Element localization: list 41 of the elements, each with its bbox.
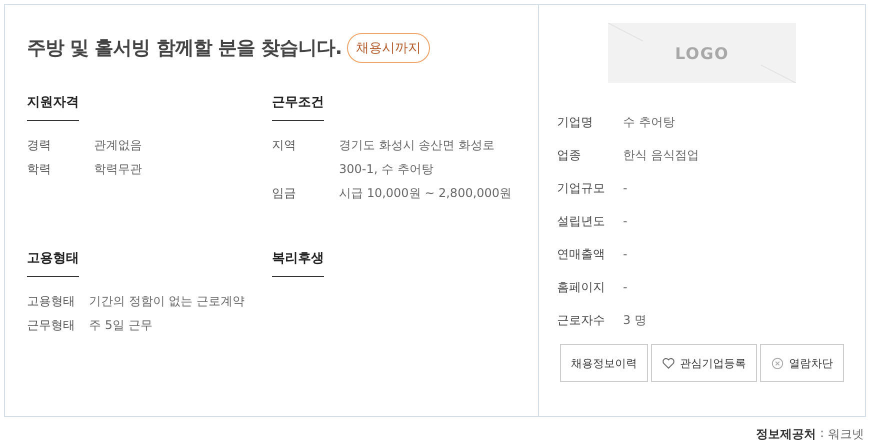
source-value: 워크넷 <box>828 426 864 443</box>
company-button[interactable]: 채용정보이력 <box>560 344 648 382</box>
company-label: 기업명 <box>557 114 594 131</box>
field-label: 임금 <box>272 185 297 202</box>
source-separator: : <box>820 426 824 442</box>
company-value: 3 명 <box>623 312 648 329</box>
job-title: 주방 및 홀서빙 함께할 분을 찾습니다. <box>27 36 342 61</box>
company-label: 근로자수 <box>557 312 606 329</box>
section-heading: 지원자격 <box>27 93 79 121</box>
close-circle-icon <box>771 356 784 370</box>
company-label: 기업규모 <box>557 180 606 197</box>
deadline-badge: 채용시까지 <box>346 33 430 63</box>
field-value: 시급 10,000원 ~ 2,800,000원 <box>339 185 513 202</box>
company-label: 홈페이지 <box>557 279 606 296</box>
field-label: 지역 <box>272 137 297 154</box>
heart-icon <box>662 356 675 370</box>
field-value: 기간의 정함이 없는 근로계약 <box>89 293 244 310</box>
section-heading: 복리후생 <box>272 249 324 277</box>
field-value: 경기도 화성시 송산면 화성로 300-1, 수 추어탕 <box>339 137 496 178</box>
company-value: - <box>623 213 628 230</box>
section-heading: 근무조건 <box>272 93 324 121</box>
company-label: 연매출액 <box>557 246 606 263</box>
logo-text: LOGO <box>675 44 729 62</box>
company-value: 한식 음식점업 <box>623 147 699 164</box>
company-value: 수 추어탕 <box>623 114 676 131</box>
company-value: - <box>623 279 628 296</box>
company-button[interactable]: 관심기업등록 <box>651 344 757 382</box>
field-value: 주 5일 근무 <box>89 317 154 334</box>
field-label: 경력 <box>27 137 52 154</box>
field-label: 고용형태 <box>27 293 75 310</box>
field-value: 관계없음 <box>94 137 142 154</box>
field-label: 학력 <box>27 161 52 178</box>
company-label: 업종 <box>557 147 582 164</box>
field-label: 근무형태 <box>27 317 75 334</box>
source-label: 정보제공처 <box>756 426 816 443</box>
field-value: 학력무관 <box>94 161 142 178</box>
company-label: 설립년도 <box>557 213 606 230</box>
section-heading: 고용형태 <box>27 249 79 277</box>
company-value: - <box>623 180 628 197</box>
company-button[interactable]: 열람차단 <box>760 344 844 382</box>
company-value: - <box>623 246 628 263</box>
